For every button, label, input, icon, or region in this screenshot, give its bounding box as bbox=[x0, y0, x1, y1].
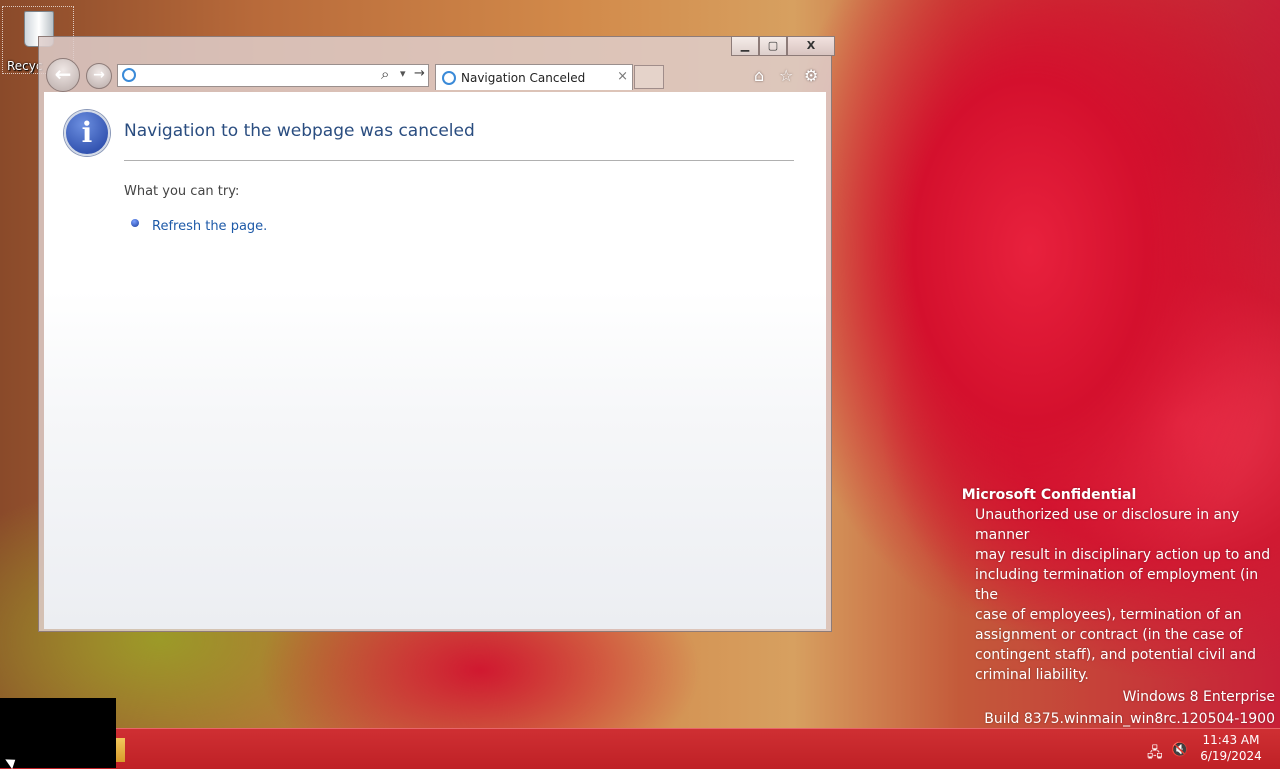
watermark-line: case of employees), termination of an bbox=[975, 607, 1242, 623]
back-button[interactable]: ← bbox=[46, 58, 80, 92]
refresh-link[interactable]: Refresh the page. bbox=[152, 219, 267, 234]
build-info: Windows 8 Enterprise Build 8375.winmain_… bbox=[984, 686, 1275, 730]
try-label: What you can try: bbox=[124, 184, 240, 199]
page-title: Navigation to the webpage was canceled bbox=[124, 121, 475, 141]
clock[interactable]: 11:43 AM 6/19/2024 bbox=[1196, 732, 1266, 764]
info-icon: i bbox=[64, 110, 110, 156]
watermark-line: Unauthorized use or disclosure in any ma… bbox=[975, 507, 1240, 543]
page-content: i Navigation to the webpage was canceled… bbox=[44, 92, 826, 629]
home-icon[interactable]: ⌂ bbox=[754, 66, 764, 85]
forward-button[interactable]: → bbox=[86, 63, 112, 89]
browser-window: ▁ ▢ X ← → ⌕ ▾ → Navigation Canceled × ⌂ … bbox=[38, 36, 835, 632]
confidential-watermark: Microsoft Confidential Unauthorized use … bbox=[962, 485, 1275, 685]
new-tab-button[interactable] bbox=[634, 65, 664, 89]
watermark-title: Microsoft Confidential bbox=[961, 487, 1137, 503]
favorites-icon[interactable]: ☆ bbox=[779, 66, 793, 85]
watermark-line: contingent staff), and potential civil a… bbox=[975, 647, 1257, 663]
ie-tab-icon bbox=[442, 71, 456, 85]
network-icon[interactable]: 🖧 bbox=[1147, 742, 1163, 766]
address-bar[interactable]: ⌕ ▾ → bbox=[117, 64, 429, 87]
watermark-line: criminal liability. bbox=[975, 667, 1089, 683]
volume-muted-icon[interactable]: 🔇 bbox=[1171, 742, 1188, 758]
watermark-line: assignment or contract (in the case of bbox=[975, 627, 1243, 643]
black-overlay bbox=[0, 698, 116, 768]
tab-navigation-canceled[interactable]: Navigation Canceled × bbox=[435, 64, 633, 90]
watermark-line: including termination of employment (in … bbox=[975, 567, 1259, 603]
watermark-line: may result in disciplinary action up to … bbox=[975, 547, 1271, 563]
tab-title: Navigation Canceled bbox=[461, 71, 586, 85]
taskbar bbox=[0, 728, 1280, 769]
divider bbox=[124, 160, 794, 161]
search-icon[interactable]: ⌕ bbox=[381, 65, 389, 83]
go-arrow-icon[interactable]: → bbox=[414, 66, 425, 81]
maximize-button[interactable]: ▢ bbox=[759, 36, 787, 56]
clock-date: 6/19/2024 bbox=[1200, 749, 1262, 763]
file-explorer-icon[interactable] bbox=[116, 738, 125, 762]
edition-text: Windows 8 Enterprise bbox=[1122, 689, 1275, 705]
clock-time: 11:43 AM bbox=[1202, 733, 1260, 747]
close-window-button[interactable]: X bbox=[787, 36, 835, 56]
build-text: Build 8375.winmain_win8rc.120504-1900 bbox=[984, 711, 1275, 727]
minimize-button[interactable]: ▁ bbox=[731, 36, 759, 56]
bullet-icon bbox=[131, 219, 139, 227]
close-tab-icon[interactable]: × bbox=[617, 69, 628, 84]
ie-page-icon bbox=[122, 68, 136, 82]
caption-buttons: ▁ ▢ X bbox=[731, 36, 835, 56]
chevron-down-icon[interactable]: ▾ bbox=[400, 67, 406, 80]
gear-icon[interactable]: ⚙ bbox=[804, 66, 818, 85]
